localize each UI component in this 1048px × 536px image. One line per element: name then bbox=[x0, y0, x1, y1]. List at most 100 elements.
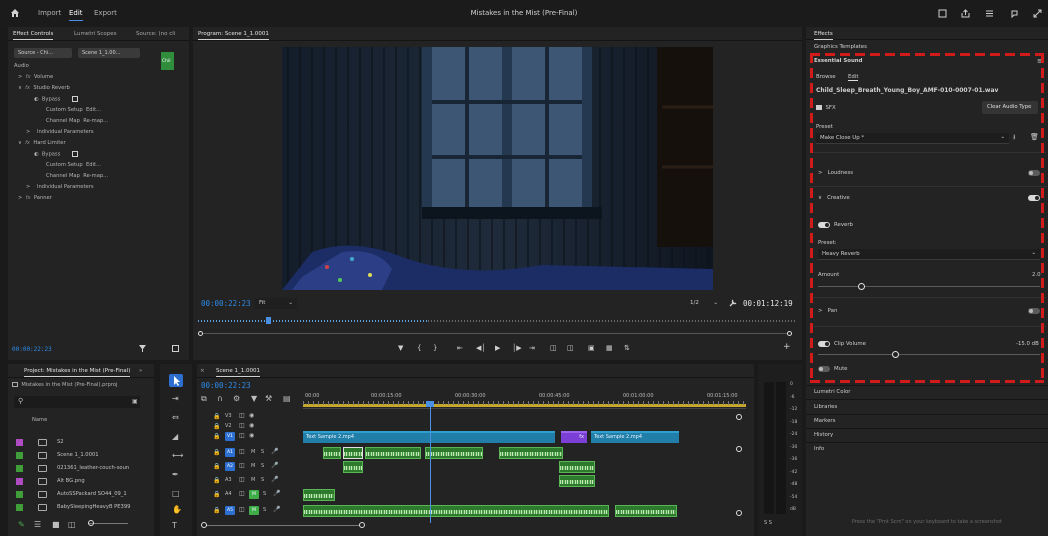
studio-reverb-row[interactable]: ∨ fx Studio Reverb bbox=[18, 85, 70, 91]
mute-button-active[interactable]: M bbox=[249, 506, 259, 515]
clip-volume-toggle[interactable] bbox=[818, 341, 830, 347]
zoom-slider[interactable] bbox=[88, 523, 128, 524]
remap-button-2[interactable]: Re-map... bbox=[83, 173, 108, 179]
filter-icon[interactable] bbox=[139, 345, 146, 352]
lift-icon[interactable]: ◫ bbox=[550, 344, 557, 352]
bin-icon[interactable]: ▣ bbox=[132, 398, 138, 405]
edit-button-1[interactable]: Edit... bbox=[86, 107, 101, 113]
compare-icon[interactable]: ▦ bbox=[606, 344, 613, 352]
lumetri-color-tab[interactable]: Lumetri Color bbox=[814, 389, 851, 395]
track-label-a1[interactable]: A1 bbox=[225, 448, 235, 457]
clear-audio-type-button[interactable]: Clear Audio Type bbox=[982, 101, 1038, 114]
resolution-dropdown[interactable]: 1/2 ⌄ bbox=[686, 298, 722, 309]
history-tab[interactable]: History bbox=[814, 432, 833, 438]
go-to-in-icon[interactable]: ⇤ bbox=[457, 344, 463, 352]
graphics-templates-tab[interactable]: Graphics Templates bbox=[814, 44, 867, 50]
hard-limiter-row[interactable]: ∨ fx Hard Limiter bbox=[18, 140, 66, 146]
fit-dropdown[interactable]: Fit ⌄ bbox=[255, 298, 297, 309]
amount-slider-thumb[interactable] bbox=[858, 283, 865, 290]
lock-icon[interactable]: 🔒 bbox=[213, 463, 220, 470]
share-icon[interactable] bbox=[961, 9, 970, 18]
sync-lock-icon[interactable]: ◫ bbox=[239, 476, 245, 483]
project-item[interactable]: BabySleepingHeavyB PE399 bbox=[12, 501, 142, 514]
hand-icon[interactable]: ✋ bbox=[172, 505, 182, 514]
edit-tab[interactable]: Edit bbox=[848, 74, 859, 81]
microphone-icon[interactable]: 🎤 bbox=[273, 506, 280, 513]
time-ruler[interactable]: 00:00 00:00:15:00 00:00:30:00 00:00:45:0… bbox=[303, 391, 746, 409]
audio-clip-selected[interactable] bbox=[343, 447, 363, 459]
step-forward-icon[interactable]: │▶ bbox=[512, 344, 522, 352]
lock-icon[interactable]: 🔒 bbox=[213, 449, 220, 456]
name-column-header[interactable]: Name bbox=[32, 417, 47, 423]
play-icon[interactable]: ▶ bbox=[495, 344, 500, 352]
scroll-knob[interactable] bbox=[736, 446, 742, 452]
volume-row[interactable]: > fx Volume bbox=[18, 74, 53, 80]
sequence-tab[interactable]: Scene 1_1.0001 bbox=[216, 368, 261, 377]
source-clip-tab[interactable]: Source - Chi... bbox=[14, 48, 72, 58]
audio-clip[interactable] bbox=[303, 489, 335, 501]
menu-import[interactable]: Import bbox=[38, 9, 61, 17]
sync-lock-icon[interactable]: ◫ bbox=[239, 490, 245, 497]
type-tool-icon[interactable]: T bbox=[172, 521, 177, 530]
audio-clip[interactable] bbox=[343, 461, 363, 473]
effects-title[interactable]: Effects bbox=[814, 31, 833, 40]
razor-icon[interactable]: ◢ bbox=[172, 432, 178, 441]
video-clip-text-sample-2[interactable]: Text Sample 2.mp4 bbox=[591, 431, 679, 443]
timeline-zoom-scrollbar[interactable] bbox=[201, 522, 365, 528]
remap-button-1[interactable]: Re-map... bbox=[83, 118, 108, 124]
lock-icon[interactable]: 🔒 bbox=[213, 423, 220, 430]
panner-row[interactable]: > fx Panner bbox=[18, 195, 52, 201]
linked-selection-icon[interactable]: ⚙ bbox=[233, 394, 240, 403]
browse-tab[interactable]: Browse bbox=[816, 74, 836, 80]
project-item[interactable]: AutoSSPackard SO44_09_1 bbox=[12, 488, 142, 501]
edit-button-2[interactable]: Edit... bbox=[86, 162, 101, 168]
pen-icon[interactable]: ✒ bbox=[172, 470, 179, 479]
nest-icon[interactable]: ⧉ bbox=[201, 394, 207, 404]
info-tab[interactable]: Info bbox=[814, 446, 824, 452]
project-item[interactable]: S2 bbox=[12, 436, 142, 449]
multicam-icon[interactable]: ⇅ bbox=[624, 344, 630, 352]
reverb-toggle[interactable] bbox=[818, 222, 830, 228]
sync-lock-icon[interactable]: ◫ bbox=[239, 432, 245, 439]
zoom-slider-thumb[interactable] bbox=[88, 520, 94, 526]
freeform-view-icon[interactable]: ◫ bbox=[68, 520, 76, 529]
mark-in-icon[interactable]: { bbox=[417, 344, 421, 352]
export-icon[interactable] bbox=[172, 345, 179, 352]
mute-toggle[interactable] bbox=[818, 366, 830, 372]
video-clip-text-sample-1[interactable]: Text Sample 2.mp4 bbox=[303, 431, 555, 443]
microphone-icon[interactable]: 🎤 bbox=[273, 490, 280, 497]
lock-icon[interactable]: 🔒 bbox=[213, 507, 220, 514]
tab-lumetri-scopes[interactable]: Lumetri Scopes bbox=[74, 31, 117, 37]
playhead-handle[interactable] bbox=[426, 401, 434, 407]
preset-dropdown[interactable]: Make Close Up * ⌄ bbox=[816, 133, 1009, 144]
mute-button-active[interactable]: M bbox=[249, 490, 259, 499]
markers-tab[interactable]: Markers bbox=[814, 418, 835, 424]
feedback-icon[interactable] bbox=[1010, 9, 1019, 18]
bypass-checkbox-2[interactable] bbox=[71, 151, 78, 157]
clip-volume-slider[interactable] bbox=[818, 351, 1040, 358]
project-title[interactable]: Project: Mistakes in the Mist (Pre-Final… bbox=[24, 368, 131, 377]
wrench-icon[interactable] bbox=[729, 299, 737, 307]
label-color-swatch[interactable] bbox=[16, 452, 23, 459]
program-title[interactable]: Program: Scene 1_1.0001 bbox=[198, 31, 269, 40]
label-color-swatch[interactable] bbox=[16, 504, 23, 511]
sync-lock-icon[interactable]: ◫ bbox=[239, 506, 245, 513]
label-color-swatch[interactable] bbox=[16, 439, 23, 446]
clip-volume-slider-thumb[interactable] bbox=[892, 351, 899, 358]
project-item[interactable]: Scene 1_1.0001 bbox=[12, 449, 142, 462]
microphone-icon[interactable]: 🎤 bbox=[271, 476, 278, 483]
program-video-frame[interactable] bbox=[282, 47, 713, 290]
add-marker-icon[interactable]: ▼ bbox=[398, 344, 403, 352]
list-view-icon[interactable]: ☰ bbox=[34, 520, 41, 529]
lock-icon[interactable]: 🔒 bbox=[213, 477, 220, 484]
essential-sound-tab[interactable]: Essential Sound bbox=[814, 58, 863, 64]
close-tab-icon[interactable]: × bbox=[200, 368, 205, 374]
amount-slider[interactable] bbox=[818, 283, 1040, 290]
add-button-icon[interactable]: + bbox=[783, 342, 791, 352]
audio-clip[interactable] bbox=[559, 461, 595, 473]
panels-icon[interactable] bbox=[985, 9, 994, 18]
loudness-toggle[interactable] bbox=[1028, 170, 1040, 176]
lock-icon[interactable]: 🔒 bbox=[213, 413, 220, 420]
pan-section[interactable]: > Pan bbox=[818, 308, 837, 314]
eye-icon[interactable]: ◉ bbox=[249, 422, 254, 429]
